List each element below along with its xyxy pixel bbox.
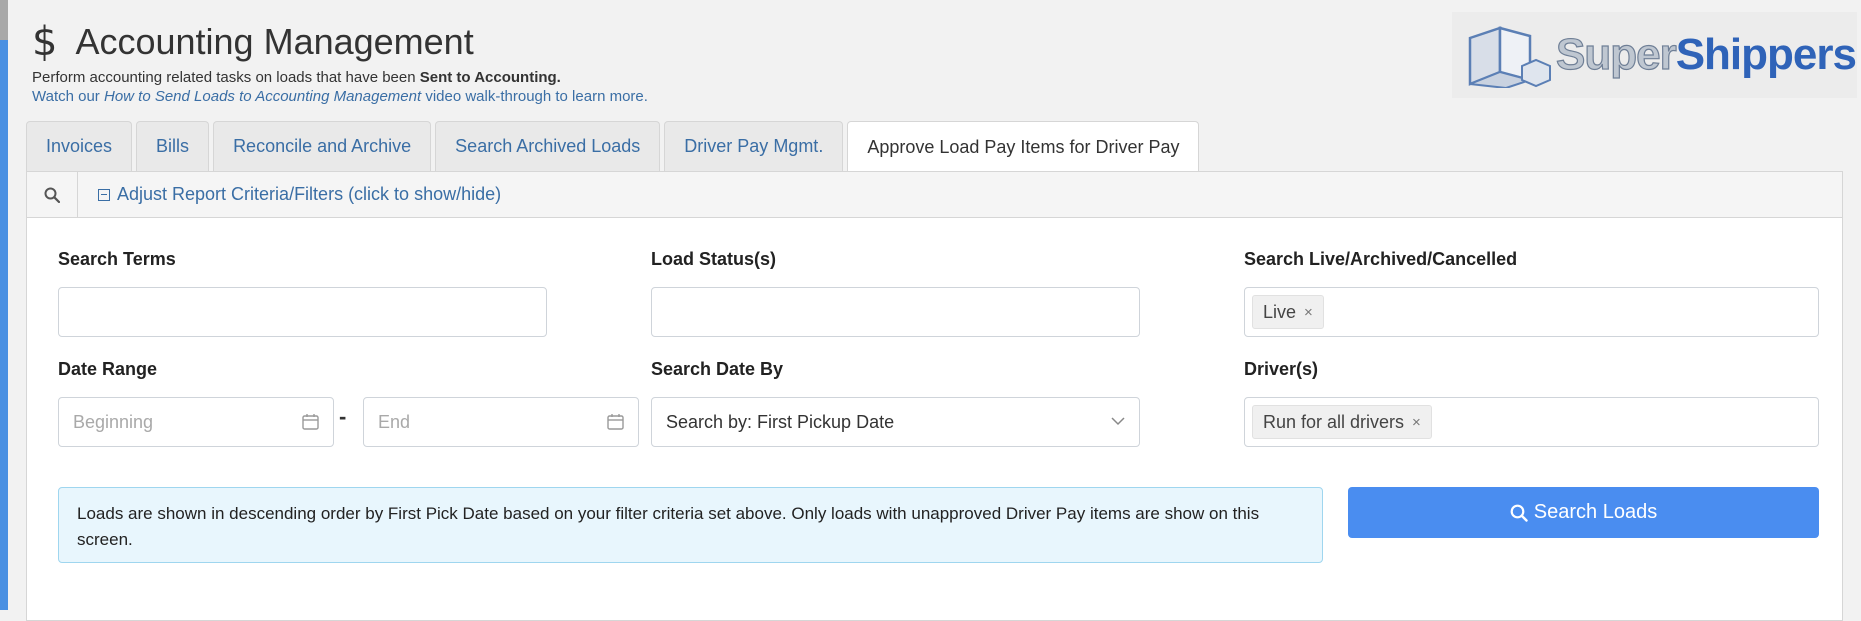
watch-suffix: video walk-through to learn more. [425, 88, 648, 106]
watch-prefix: Watch our [32, 88, 100, 106]
page-title: Accounting Management [75, 21, 474, 62]
title-row: $ Accounting Management [32, 20, 648, 63]
date-range-separator: - [339, 404, 347, 429]
dollar-icon: $ [32, 18, 58, 65]
subtitle-bold: Sent to Accounting. [419, 69, 561, 87]
calendar-icon [607, 414, 624, 430]
tab-reconcile-and-archive[interactable]: Reconcile and Archive [213, 121, 432, 171]
tab-invoices[interactable]: Invoices [26, 121, 133, 171]
collapse-icon [98, 188, 110, 201]
logo-super: Super [1555, 29, 1677, 79]
remove-drivers-tag-icon[interactable]: × [1412, 414, 1421, 431]
remove-live-tag-icon[interactable]: × [1304, 304, 1313, 321]
drivers-select[interactable]: Run for all drivers × [1244, 397, 1819, 447]
live-tag-label: Live [1263, 301, 1297, 322]
filter-search-button[interactable] [27, 172, 78, 217]
search-loads-button[interactable]: Search Loads [1348, 487, 1819, 538]
search-date-by-select[interactable]: Search by: First Pickup Date [651, 397, 1140, 447]
supershippers-logo: SuperShippers [1452, 12, 1857, 98]
live-archived-select[interactable]: Live × [1244, 287, 1819, 337]
chevron-down-icon [1111, 417, 1125, 426]
search-terms-label: Search Terms [58, 249, 176, 269]
left-edge-strip [0, 0, 8, 610]
live-tag: Live × [1252, 295, 1324, 329]
all-drivers-tag: Run for all drivers × [1252, 405, 1432, 439]
tab-search-archived-loads[interactable]: Search Archived Loads [435, 121, 661, 171]
tab-bills[interactable]: Bills [136, 121, 210, 171]
page-subtitle: Perform accounting related tasks on load… [32, 69, 648, 86]
search-date-by-value: Search by: First Pickup Date [666, 412, 895, 432]
accounting-tabs: Invoices Bills Reconcile and Archive Sea… [26, 121, 1203, 172]
watch-link-title[interactable]: How to Send Loads to Accounting Manageme… [104, 88, 421, 105]
tab-driver-pay-mgmt[interactable]: Driver Pay Mgmt. [664, 121, 844, 171]
load-status-label: Load Status(s) [651, 249, 777, 269]
page-header: $ Accounting Management Perform accounti… [32, 20, 648, 105]
load-status-input[interactable] [651, 287, 1140, 337]
subtitle-text: Perform accounting related tasks on load… [32, 69, 416, 87]
drivers-label: Driver(s) [1244, 359, 1319, 379]
all-drivers-tag-label: Run for all drivers [1263, 411, 1405, 432]
live-archived-label: Search Live/Archived/Cancelled [1244, 249, 1518, 269]
search-icon [1510, 504, 1528, 522]
search-icon [44, 187, 60, 203]
logo-shippers: Shippers [1675, 30, 1857, 79]
end-placeholder: End [378, 412, 411, 432]
date-range-begin-input[interactable]: Beginning [58, 397, 334, 447]
filter-toggle-label: Adjust Report Criteria/Filters (click to… [117, 184, 502, 204]
box-logo-icon [1468, 26, 1551, 88]
watch-walkthrough-link[interactable]: Watch our How to Send Loads to Accountin… [32, 88, 648, 105]
logo-text: SuperShippers [1555, 29, 1857, 80]
search-terms-input[interactable] [58, 287, 547, 337]
search-loads-label: Search Loads [1533, 501, 1658, 523]
begin-placeholder: Beginning [73, 412, 154, 432]
date-range-end-input[interactable]: End [363, 397, 639, 447]
tab-approve-load-pay-items[interactable]: Approve Load Pay Items for Driver Pay [847, 121, 1200, 172]
search-date-by-label: Search Date By [651, 359, 784, 379]
info-alert: Loads are shown in descending order by F… [58, 487, 1323, 563]
date-range-label: Date Range [58, 359, 158, 379]
filter-bar: Adjust Report Criteria/Filters (click to… [27, 172, 1842, 218]
adjust-filters-toggle[interactable]: Adjust Report Criteria/Filters (click to… [98, 184, 501, 205]
calendar-icon [302, 414, 319, 430]
report-panel: Adjust Report Criteria/Filters (click to… [26, 171, 1843, 621]
